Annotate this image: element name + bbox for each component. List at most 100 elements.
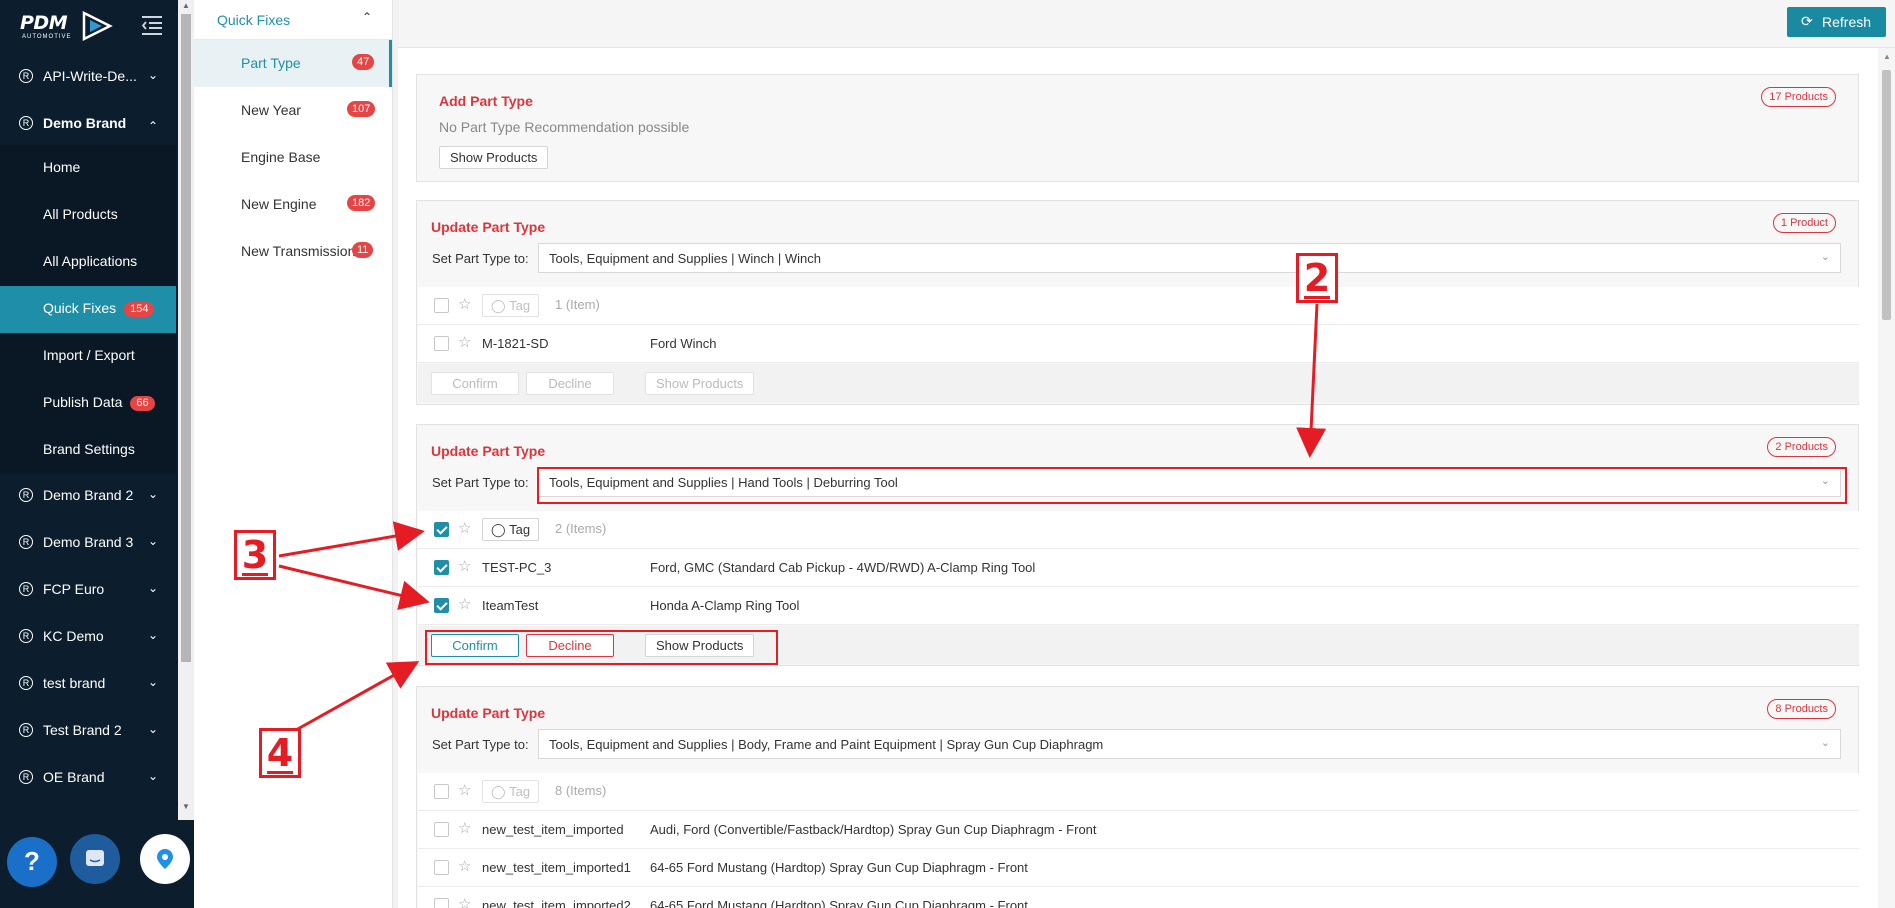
part-type-select[interactable]: Tools, Equipment and Supplies | Body, Fr… <box>538 729 1841 759</box>
chevron-down-icon: ⌄ <box>148 722 159 736</box>
row-checkbox[interactable] <box>434 822 449 837</box>
scroll-up-icon[interactable]: ▲ <box>1883 52 1891 61</box>
tag-button[interactable]: ◯ Tag <box>482 780 539 803</box>
star-icon[interactable]: ☆ <box>458 595 471 613</box>
row-checkbox[interactable] <box>434 860 449 875</box>
row-checkbox[interactable] <box>434 336 449 351</box>
quick-fix-list: Add Part Type 17 Products No Part Type R… <box>398 48 1878 908</box>
select-all-row: ☆ ◯ Tag 1 (Item) <box>418 287 1859 325</box>
quick-fixes-header[interactable]: Quick Fixes ⌃ <box>194 0 392 40</box>
select-all-checkbox[interactable] <box>434 298 449 313</box>
row-checkbox[interactable] <box>434 598 449 613</box>
nav-item-label: Home <box>43 159 81 175</box>
main-scrollbar[interactable]: ▲ <box>1878 48 1895 908</box>
scroll-down-icon[interactable]: ▼ <box>182 802 190 811</box>
qf-item-label: New Engine <box>241 196 317 212</box>
nav-item-home[interactable]: Home <box>0 145 176 192</box>
chevron-down-icon: ⌄ <box>1820 251 1830 263</box>
chevron-down-icon: ⌄ <box>148 534 159 548</box>
registered-icon: R <box>19 116 33 130</box>
nav-brand-label: KC Demo <box>43 628 104 644</box>
product-count-badge[interactable]: 8 Products <box>1767 699 1836 719</box>
star-icon[interactable]: ☆ <box>458 895 471 908</box>
top-bar <box>398 0 1895 48</box>
nav-brand-oe-brand[interactable]: R OE Brand ⌄ <box>0 755 176 802</box>
nav-brand-label: Demo Brand 2 <box>43 487 134 503</box>
product-count-badge[interactable]: 1 Product <box>1772 213 1836 233</box>
chevron-up-icon: ⌃ <box>362 10 373 24</box>
select-value: Tools, Equipment and Supplies | Winch | … <box>549 251 821 266</box>
select-all-row: ☆ ◯ Tag 2 (Items) <box>418 511 1859 549</box>
qf-item-new-year[interactable]: New Year 107 <box>194 87 392 134</box>
star-icon[interactable]: ☆ <box>458 781 471 799</box>
select-value: Tools, Equipment and Supplies | Hand Too… <box>549 475 898 490</box>
nav-brand-api-write[interactable]: R API-Write-De... ⌄ <box>0 54 176 101</box>
confirm-button[interactable]: Confirm <box>431 634 519 657</box>
star-icon[interactable]: ☆ <box>458 519 471 537</box>
confirm-button[interactable]: Confirm <box>431 372 519 395</box>
nav-brand-demo-brand-2[interactable]: R Demo Brand 2 ⌄ <box>0 473 176 520</box>
select-all-checkbox[interactable] <box>434 784 449 799</box>
show-products-button[interactable]: Show Products <box>645 634 755 657</box>
star-icon[interactable]: ☆ <box>458 333 471 351</box>
tag-label: Tag <box>509 522 531 537</box>
star-icon[interactable]: ☆ <box>458 295 471 313</box>
scrollbar-thumb[interactable] <box>181 14 191 662</box>
star-icon[interactable]: ☆ <box>458 557 471 575</box>
qf-item-new-engine[interactable]: New Engine 182 <box>194 181 392 228</box>
qf-item-part-type[interactable]: Part Type 47 <box>194 40 392 87</box>
count-badge: 11 <box>352 242 374 258</box>
nav-item-label: Brand Settings <box>43 441 135 457</box>
sidebar-footer: ? <box>0 820 194 908</box>
nav-brand-demo-brand[interactable]: R Demo Brand ⌃ <box>0 101 176 148</box>
callout-2: 2 <box>1296 253 1338 303</box>
map-pin-icon <box>157 849 173 869</box>
qf-item-engine-base[interactable]: Engine Base <box>194 134 392 181</box>
nav-brand-test-brand-2[interactable]: R Test Brand 2 ⌄ <box>0 708 176 755</box>
part-number: IteamTest <box>482 598 539 613</box>
registered-icon: R <box>19 723 33 737</box>
tag-button[interactable]: ◯ Tag <box>482 518 539 541</box>
count-badge: 154 <box>124 302 155 317</box>
scroll-up-icon[interactable]: ▲ <box>182 1 190 10</box>
product-count-badge[interactable]: 2 Products <box>1767 437 1836 457</box>
scrollbar-thumb[interactable] <box>1882 70 1891 320</box>
nav-item-all-applications[interactable]: All Applications <box>0 239 176 286</box>
nav-brand-demo-brand-3[interactable]: R Demo Brand 3 ⌄ <box>0 520 176 567</box>
select-all-checkbox[interactable] <box>434 522 449 537</box>
nav-brand-test-brand[interactable]: R test brand ⌄ <box>0 661 176 708</box>
nav-item-quick-fixes[interactable]: Quick Fixes 154 <box>0 286 176 333</box>
pdm-logo[interactable]: PDM AUTOMOTIVE <box>20 10 116 42</box>
qf-item-new-transmission[interactable]: New Transmission 11 <box>194 228 392 275</box>
product-count-badge[interactable]: 17 Products <box>1761 87 1836 107</box>
location-button[interactable] <box>140 834 190 884</box>
nav-item-all-products[interactable]: All Products <box>0 192 176 239</box>
refresh-button[interactable]: ⟳ Refresh <box>1787 7 1886 37</box>
row-checkbox[interactable] <box>434 898 449 908</box>
part-type-select[interactable]: Tools, Equipment and Supplies | Winch | … <box>538 243 1841 273</box>
row-checkbox[interactable] <box>434 560 449 575</box>
decline-button[interactable]: Decline <box>526 634 614 657</box>
nav-brand-label: API-Write-De... <box>43 68 137 84</box>
star-icon[interactable]: ☆ <box>458 819 471 837</box>
show-products-button[interactable]: Show Products <box>645 372 755 395</box>
registered-icon: R <box>19 676 33 690</box>
help-button[interactable]: ? <box>7 837 57 887</box>
star-icon[interactable]: ☆ <box>458 857 471 875</box>
nav-item-publish-data[interactable]: Publish Data 66 <box>0 380 176 427</box>
nav-brand-fcp-euro[interactable]: R FCP Euro ⌄ <box>0 567 176 614</box>
items-count: 1 (Item) <box>555 297 600 312</box>
sidebar-scrollbar[interactable]: ▲ ▼ <box>178 0 194 820</box>
chat-button[interactable] <box>70 834 120 884</box>
nav-item-brand-settings[interactable]: Brand Settings <box>0 427 176 474</box>
decline-button[interactable]: Decline <box>526 372 614 395</box>
tag-button[interactable]: ◯ Tag <box>482 294 539 317</box>
show-products-button[interactable]: Show Products <box>439 146 549 169</box>
part-type-select[interactable]: Tools, Equipment and Supplies | Hand Too… <box>538 467 1841 497</box>
count-badge: 47 <box>352 54 375 70</box>
menu-collapse-icon[interactable] <box>140 14 164 36</box>
nav-item-import-export[interactable]: Import / Export <box>0 333 176 380</box>
nav-brand-kc-demo[interactable]: R KC Demo ⌄ <box>0 614 176 661</box>
part-description: 64-65 Ford Mustang (Hardtop) Spray Gun C… <box>650 898 1028 908</box>
update-part-type-card: Update Part Type 1 Product Set Part Type… <box>416 200 1859 405</box>
